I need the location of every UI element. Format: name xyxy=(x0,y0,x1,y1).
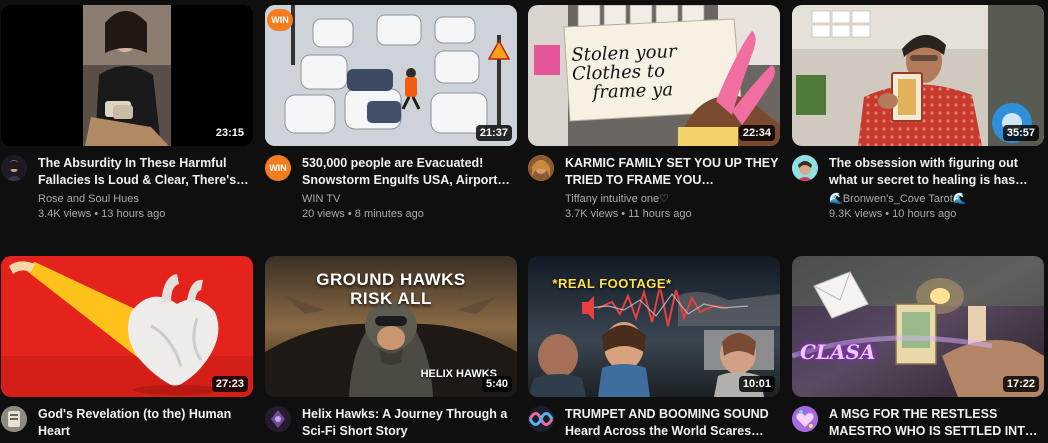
channel-badge: WIN xyxy=(267,9,293,31)
video-card[interactable]: 23:15 The Absurdity In These Harmful Fal… xyxy=(1,5,253,222)
video-stats: 3.7K views • 11 hours ago xyxy=(565,208,692,220)
headline-line: RISK ALL xyxy=(350,289,432,308)
video-info: KARMIC FAMILY SET YOU UP THEY TRIED TO F… xyxy=(565,155,780,222)
upload-age: 11 hours ago xyxy=(628,208,692,220)
channel-avatar[interactable]: WIN xyxy=(265,155,291,181)
channel-avatar[interactable] xyxy=(1,155,27,181)
video-duration: 5:40 xyxy=(481,376,512,392)
channel-avatar[interactable] xyxy=(528,155,554,181)
channel-avatar[interactable] xyxy=(528,406,554,432)
video-duration: 35:57 xyxy=(1002,125,1039,141)
video-info: The obsession with figuring out what ur … xyxy=(829,155,1044,222)
video-thumbnail[interactable]: CLASA 17:22 xyxy=(792,256,1044,397)
video-title[interactable]: A MSG FOR THE RESTLESS MAESTRO WHO IS SE… xyxy=(829,406,1044,440)
video-meta: God's Revelation (to the) Human Heart xyxy=(1,406,253,440)
channel-name[interactable]: WIN TV xyxy=(302,192,517,207)
video-info: God's Revelation (to the) Human Heart xyxy=(38,406,253,440)
video-meta: Helix Hawks: A Journey Through a Sci-Fi … xyxy=(265,406,517,440)
channel-name[interactable]: Tiffany intuitive one♡ xyxy=(565,192,780,207)
video-meta: TRUMPET AND BOOMING SOUND Heard Across t… xyxy=(528,406,780,440)
upload-age: 13 hours ago xyxy=(101,208,166,220)
video-stats: 9.3K views • 10 hours ago xyxy=(829,208,957,220)
video-title[interactable]: The Absurdity In These Harmful Fallacies… xyxy=(38,155,253,189)
video-thumbnail[interactable]: *REAL FOOTAGE* 10:01 xyxy=(528,256,780,397)
video-grid: 23:15 The Absurdity In These Harmful Fal… xyxy=(0,0,1048,443)
video-duration: 10:01 xyxy=(738,376,775,392)
video-duration: 21:37 xyxy=(475,125,512,141)
channel-name[interactable]: 🌊Bronwen's_Cove Tarot🌊 xyxy=(829,192,1044,207)
view-count: 3.7K views xyxy=(565,208,619,220)
video-title[interactable]: 530,000 people are Evacuated! Snowstorm … xyxy=(302,155,517,189)
video-meta: The obsession with figuring out what ur … xyxy=(792,155,1044,222)
video-card[interactable]: CLASA 17:22 A MSG FOR THE RESTLESS MAEST… xyxy=(792,256,1044,440)
video-title[interactable]: The obsession with figuring out what ur … xyxy=(829,155,1044,189)
video-meta: WIN 530,000 people are Evacuated! Snowst… xyxy=(265,155,517,222)
channel-avatar[interactable] xyxy=(792,155,818,181)
channel-avatar[interactable] xyxy=(1,406,27,432)
upload-age: 10 hours ago xyxy=(892,208,957,220)
video-thumbnail[interactable]: 27:23 xyxy=(1,256,253,397)
video-card[interactable]: *REAL FOOTAGE* 10:01 TRUMPET AND BOOMING… xyxy=(528,256,780,440)
video-title[interactable]: God's Revelation (to the) Human Heart xyxy=(38,406,253,440)
video-card[interactable]: WIN 21:37 WIN 530,000 people are Evacuat… xyxy=(265,5,517,222)
video-meta: A MSG FOR THE RESTLESS MAESTRO WHO IS SE… xyxy=(792,406,1044,440)
view-count: 20 views xyxy=(302,208,345,220)
video-thumbnail[interactable]: WIN 21:37 xyxy=(265,5,517,146)
video-meta: KARMIC FAMILY SET YOU UP THEY TRIED TO F… xyxy=(528,155,780,222)
channel-name[interactable]: Rose and Soul Hues xyxy=(38,192,253,207)
thumbnail-headline: *REAL FOOTAGE* xyxy=(552,276,672,291)
video-info: A MSG FOR THE RESTLESS MAESTRO WHO IS SE… xyxy=(829,406,1044,440)
video-info: TRUMPET AND BOOMING SOUND Heard Across t… xyxy=(565,406,780,440)
video-duration: 27:23 xyxy=(211,376,248,392)
video-info: Helix Hawks: A Journey Through a Sci-Fi … xyxy=(302,406,517,440)
video-title[interactable]: KARMIC FAMILY SET YOU UP THEY TRIED TO F… xyxy=(565,155,780,189)
channel-avatar[interactable] xyxy=(792,406,818,432)
video-duration: 17:22 xyxy=(1002,376,1039,392)
video-duration: 22:34 xyxy=(738,125,775,141)
video-duration: 23:15 xyxy=(211,125,248,141)
video-thumbnail[interactable]: 23:15 xyxy=(1,5,253,146)
video-info: 530,000 people are Evacuated! Snowstorm … xyxy=(302,155,517,222)
video-thumbnail[interactable]: GROUND HAWKS RISK ALL HELIX HAWKS 5:40 xyxy=(265,256,517,397)
video-card[interactable]: 27:23 God's Revelation (to the) Human He… xyxy=(1,256,253,440)
video-thumbnail[interactable]: 35:57 xyxy=(792,5,1044,146)
video-card[interactable]: Stolen your Clothes to frame ya 22:34 KA… xyxy=(528,5,780,222)
video-info: The Absurdity In These Harmful Fallacies… xyxy=(38,155,253,222)
video-stats: 3.4K views • 13 hours ago xyxy=(38,208,166,220)
thumbnail-headline: GROUND HAWKS RISK ALL xyxy=(265,270,517,308)
view-count: 9.3K views xyxy=(829,208,883,220)
thumbnail-script-text: CLASA xyxy=(800,340,876,364)
video-thumbnail[interactable]: Stolen your Clothes to frame ya 22:34 xyxy=(528,5,780,146)
video-card[interactable]: GROUND HAWKS RISK ALL HELIX HAWKS 5:40 H… xyxy=(265,256,517,440)
video-card[interactable]: 35:57 The obsession with figuring out wh… xyxy=(792,5,1044,222)
headline-line: GROUND HAWKS xyxy=(316,270,466,289)
upload-age: 8 minutes ago xyxy=(354,208,424,220)
view-count: 3.4K views xyxy=(38,208,92,220)
video-title[interactable]: TRUMPET AND BOOMING SOUND Heard Across t… xyxy=(565,406,780,440)
thumbnail-card-text: Stolen your Clothes to frame ya xyxy=(571,40,733,103)
video-title[interactable]: Helix Hawks: A Journey Through a Sci-Fi … xyxy=(302,406,517,440)
video-stats: 20 views • 8 minutes ago xyxy=(302,208,424,220)
video-meta: The Absurdity In These Harmful Fallacies… xyxy=(1,155,253,222)
channel-avatar[interactable] xyxy=(265,406,291,432)
